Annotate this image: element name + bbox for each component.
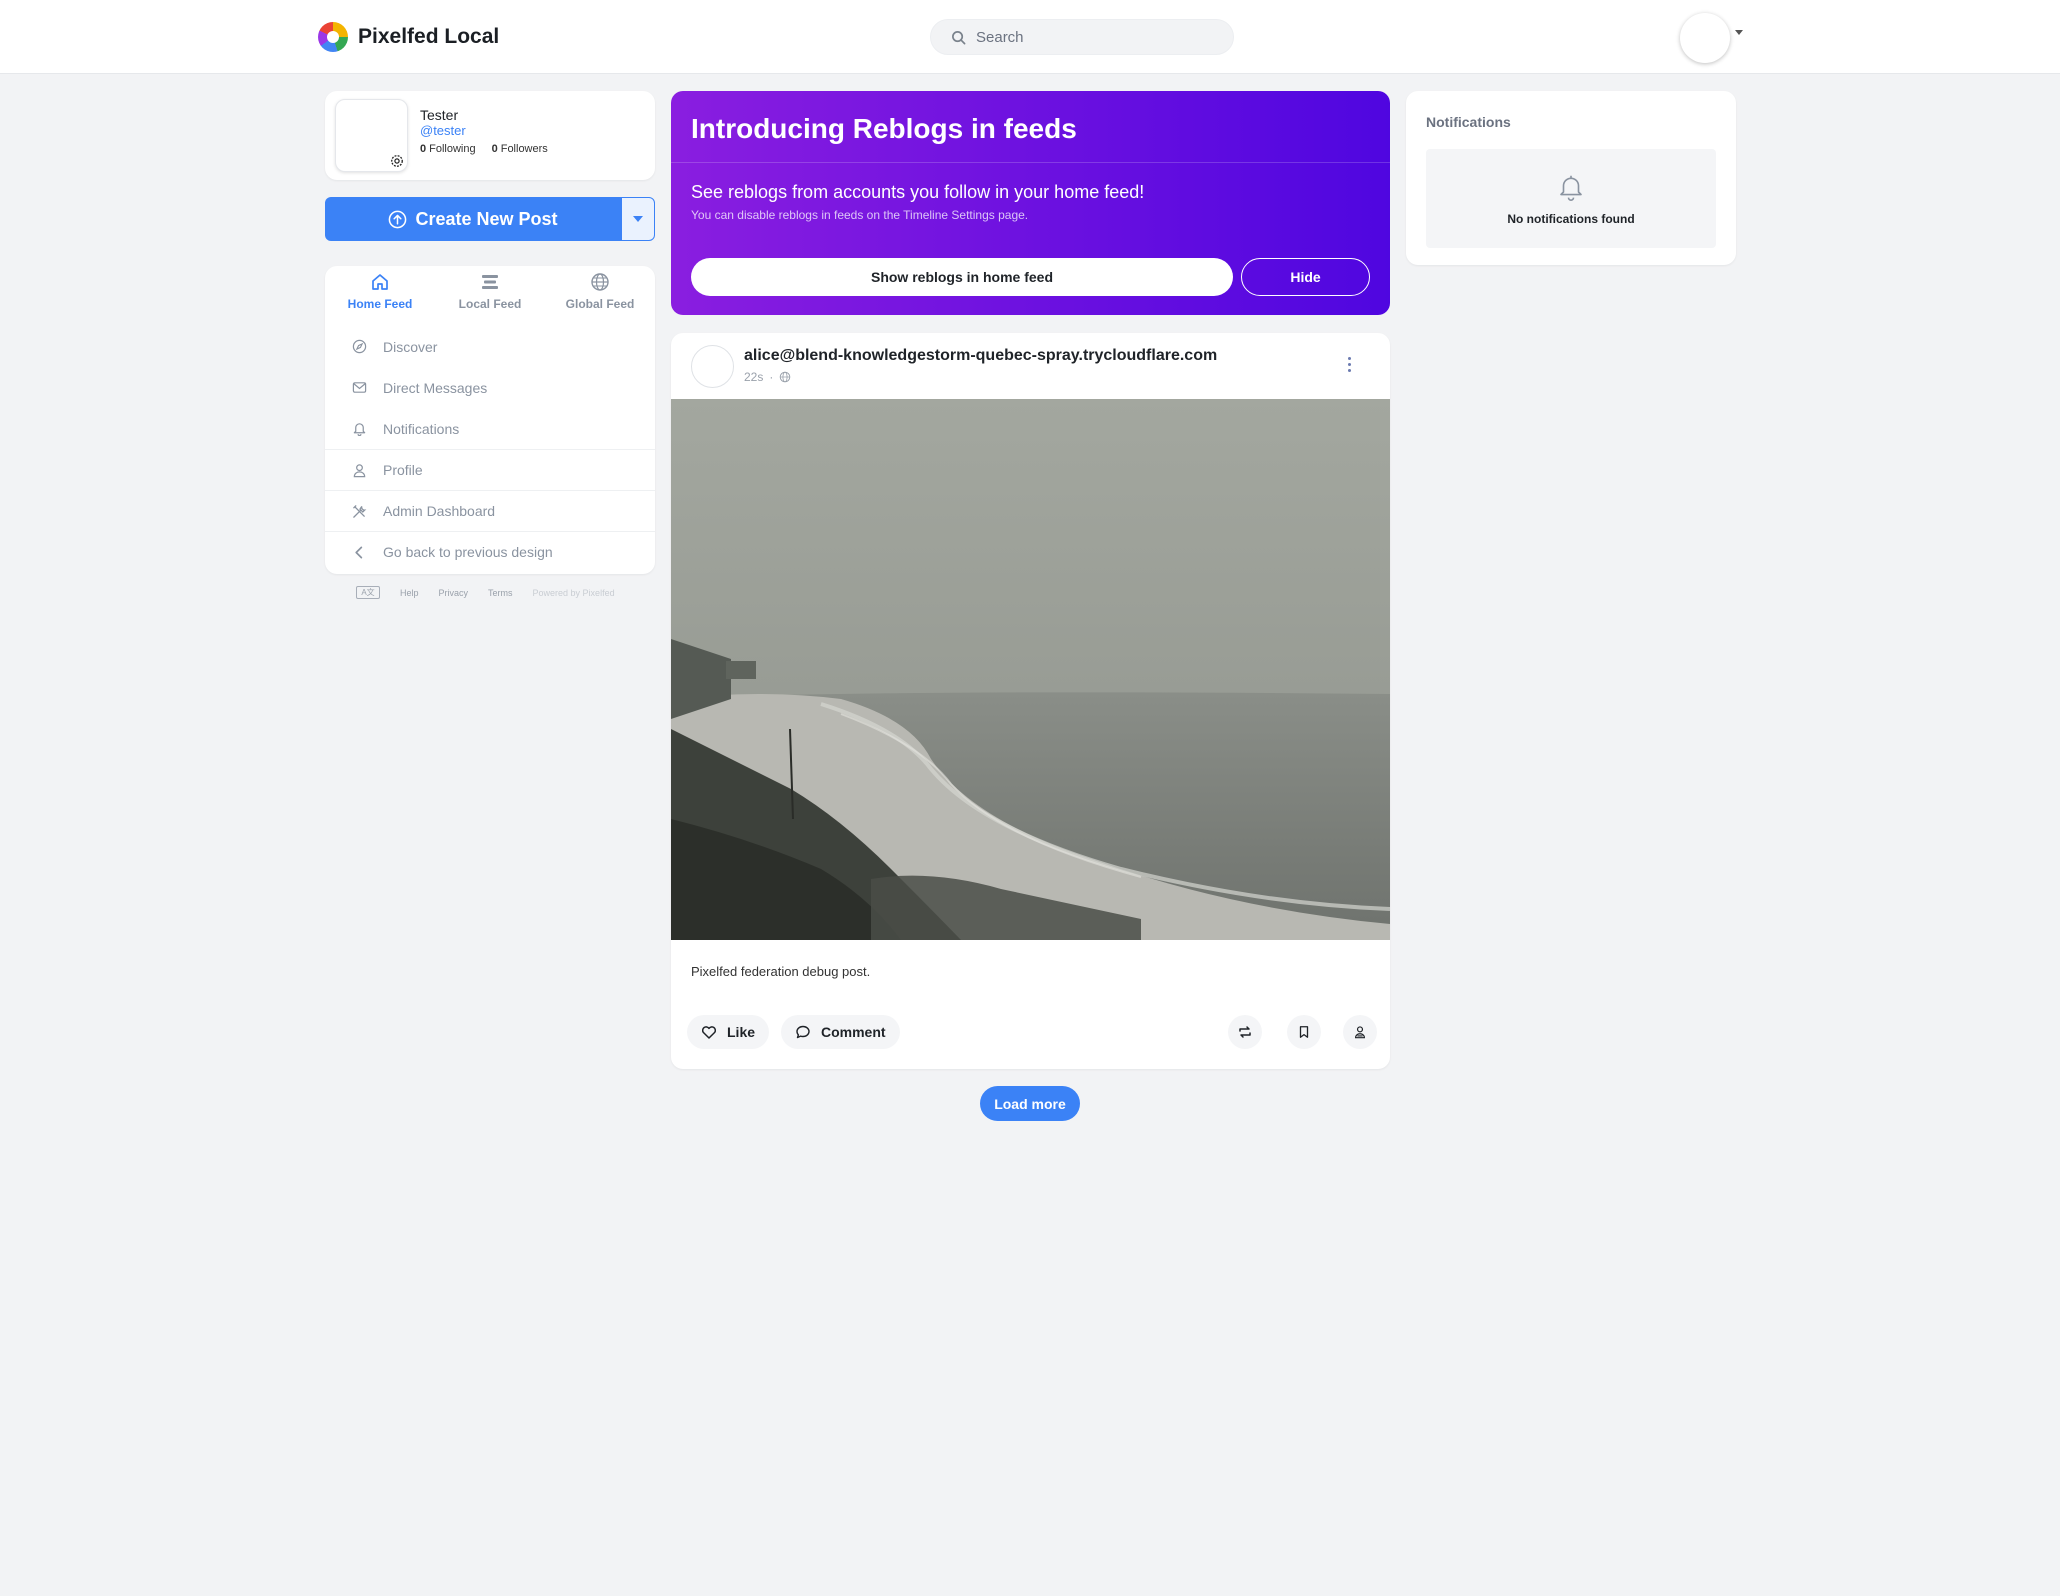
bookmark-icon	[1299, 1026, 1309, 1038]
nav-item-profile-label: Profile	[383, 462, 423, 478]
chevron-down-icon[interactable]	[1735, 30, 1743, 35]
user-menu-avatar[interactable]	[1680, 13, 1730, 63]
create-new-post-button[interactable]: Create New Post	[325, 197, 621, 241]
globe-icon	[780, 371, 791, 383]
comment-icon	[796, 1025, 810, 1039]
profile-card: Tester @tester 0 Following 0 Followers	[325, 91, 655, 180]
footer-links: A文 Help Privacy Terms Powered by Pixelfe…	[356, 586, 615, 599]
brand[interactable]: Pixelfed Local	[318, 22, 499, 52]
nav-item-discover[interactable]: Discover	[325, 326, 655, 367]
post-author-username[interactable]: alice@blend-knowledgestorm-quebec-spray.…	[744, 347, 1217, 365]
followers-label: Followers	[500, 143, 548, 155]
bell-icon	[1560, 175, 1582, 201]
create-post-dropdown-button[interactable]	[621, 197, 655, 241]
reblog-icon	[1239, 1026, 1251, 1038]
followers-count: 0	[491, 143, 498, 155]
followers-stat[interactable]: 0 Followers	[492, 143, 548, 155]
load-more-button[interactable]: Load more	[980, 1086, 1080, 1121]
pixelfed-logo-icon	[318, 22, 348, 52]
banner-divider	[671, 162, 1390, 163]
bookmark-button[interactable]	[1287, 1015, 1321, 1049]
nav-item-discover-label: Discover	[383, 338, 438, 355]
navigation-card: Home Feed Local Feed Global Feed Discove…	[325, 266, 655, 574]
create-post-group: Create New Post	[325, 197, 655, 241]
nav-item-direct-messages[interactable]: Direct Messages	[325, 367, 655, 408]
footer-help-link[interactable]: Help	[400, 588, 419, 598]
tab-home-feed-label: Home Feed	[347, 297, 413, 311]
post-image[interactable]	[671, 399, 1390, 940]
bell-icon	[351, 421, 367, 437]
footer-powered-by[interactable]: Powered by Pixelfed	[533, 588, 615, 598]
post-actions: Like Comment	[687, 1015, 1377, 1049]
list-icon	[482, 275, 498, 289]
nav-item-previous-design-label: Go back to previous design	[383, 544, 553, 560]
mail-icon	[351, 380, 367, 396]
following-label: Following	[429, 143, 476, 155]
tab-local-feed[interactable]: Local Feed	[435, 272, 545, 322]
like-button[interactable]: Like	[687, 1015, 770, 1049]
reblogs-announcement-banner: Introducing Reblogs in feeds See reblogs…	[671, 91, 1390, 315]
nav-item-profile[interactable]: Profile	[325, 449, 655, 490]
tab-home-feed[interactable]: Home Feed	[325, 272, 435, 322]
compass-icon	[351, 339, 367, 355]
profile-handle[interactable]: @tester	[420, 123, 466, 138]
post-timestamp[interactable]: 22s	[744, 370, 763, 384]
reblog-button[interactable]	[1228, 1015, 1262, 1049]
notifications-empty-text: No notifications found	[1507, 211, 1635, 226]
user-shield-icon	[1355, 1026, 1365, 1039]
notifications-empty-state: No notifications found	[1426, 149, 1716, 248]
tab-local-feed-label: Local Feed	[458, 297, 522, 311]
hide-banner-button[interactable]: Hide	[1241, 258, 1370, 296]
nav-list: Discover Direct Messages Notifications P…	[325, 326, 655, 572]
home-icon	[372, 274, 388, 290]
nav-item-previous-design[interactable]: Go back to previous design	[325, 531, 655, 572]
top-navbar: Pixelfed Local	[0, 0, 2060, 74]
gear-icon[interactable]	[390, 154, 404, 168]
following-count: 0	[420, 143, 427, 155]
profile-avatar[interactable]	[335, 99, 408, 172]
like-label: Like	[727, 1024, 756, 1040]
footer-privacy-link[interactable]: Privacy	[439, 588, 469, 598]
banner-note: You can disable reblogs in feeds on the …	[691, 208, 1029, 222]
nav-item-admin-dashboard-label: Admin Dashboard	[383, 503, 496, 519]
post-caption: Pixelfed federation debug post.	[691, 964, 871, 979]
banner-title: Introducing Reblogs in feeds	[691, 113, 1077, 144]
search-icon	[952, 30, 966, 44]
create-new-post-label: Create New Post	[415, 208, 558, 229]
banner-subtitle: See reblogs from accounts you follow in …	[691, 182, 1145, 202]
profile-name[interactable]: Tester	[420, 107, 458, 123]
caret-down-icon	[633, 216, 643, 222]
globe-icon	[591, 273, 609, 291]
notifications-title: Notifications	[1426, 114, 1511, 130]
chevron-left-icon	[351, 544, 367, 560]
nav-item-direct-messages-label: Direct Messages	[383, 379, 488, 396]
post-author-avatar[interactable]	[691, 345, 734, 388]
notifications-card: Notifications No notifications found	[1406, 91, 1736, 265]
search-input[interactable]	[976, 28, 1206, 46]
nav-item-admin-dashboard[interactable]: Admin Dashboard	[325, 490, 655, 531]
show-reblogs-button[interactable]: Show reblogs in home feed	[691, 258, 1233, 296]
heart-icon	[701, 1026, 717, 1039]
tools-icon	[351, 503, 367, 519]
search-bar[interactable]	[930, 19, 1234, 55]
nav-item-notifications-label: Notifications	[383, 420, 460, 437]
footer-terms-link[interactable]: Terms	[488, 588, 513, 598]
tab-global-feed-label: Global Feed	[565, 297, 635, 311]
meta-separator: ·	[769, 370, 774, 384]
tab-global-feed[interactable]: Global Feed	[545, 272, 655, 322]
feed-tabs: Home Feed Local Feed Global Feed	[325, 272, 655, 322]
language-icon[interactable]: A文	[356, 586, 380, 599]
upload-circle-icon	[389, 210, 407, 228]
comment-label: Comment	[821, 1024, 886, 1040]
following-stat[interactable]: 0 Following	[420, 143, 476, 155]
user-icon	[351, 462, 367, 478]
post-meta: 22s ·	[744, 370, 791, 384]
post-options-icon[interactable]	[1348, 357, 1351, 372]
post-card: alice@blend-knowledgestorm-quebec-spray.…	[671, 333, 1390, 1069]
comment-button[interactable]: Comment	[781, 1015, 900, 1049]
admin-actions-button[interactable]	[1343, 1015, 1377, 1049]
brand-name: Pixelfed Local	[358, 25, 500, 48]
nav-item-notifications[interactable]: Notifications	[325, 408, 655, 449]
profile-stats: 0 Following 0 Followers	[420, 143, 548, 155]
